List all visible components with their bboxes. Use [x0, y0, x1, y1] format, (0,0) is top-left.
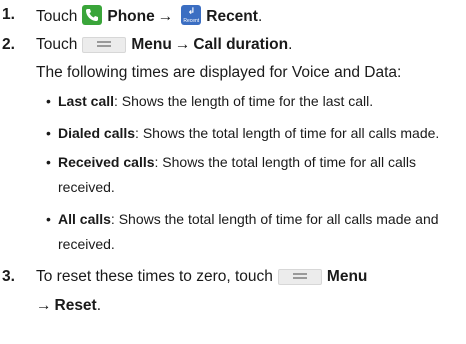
bullet-term: All calls: [58, 211, 111, 227]
bullet-desc: : Shows the total length of time for all…: [135, 125, 440, 141]
bullet-dialed-calls: • Dialed calls: Shows the total length o…: [46, 121, 461, 146]
bullet-desc: : Shows the total length of time for all…: [58, 211, 439, 252]
phone-label: Phone: [107, 8, 155, 25]
arrow-icon: →: [157, 8, 174, 25]
intro-text: The following times are displayed for Vo…: [36, 64, 402, 81]
bullet-term: Last call: [58, 93, 115, 109]
period: .: [288, 36, 293, 53]
phone-icon: [82, 5, 103, 25]
touch-word: Touch: [36, 36, 78, 53]
period: .: [96, 297, 102, 314]
menu-label: Menu: [131, 36, 172, 53]
bullet-last-call: • Last call: Shows the length of time fo…: [46, 89, 461, 114]
recent-label: Recent: [206, 8, 258, 25]
step-text: → Reset.: [36, 296, 101, 316]
recent-icon-caption: Recent: [183, 18, 200, 24]
menu-icon: [82, 37, 127, 53]
step-number: 2.: [2, 36, 15, 53]
bullet-term: Dialed calls: [58, 125, 136, 141]
step-text: Touch Phone → ↲ Recent Recent.: [36, 5, 262, 27]
bullet-dot: •: [46, 125, 51, 141]
bullet-dot: •: [46, 211, 51, 227]
bullet-received-calls: • Received calls: Shows the total length…: [46, 150, 461, 200]
reset-label: Reset: [54, 297, 97, 314]
arrow-icon: →: [174, 36, 191, 53]
bullet-dot: •: [46, 154, 51, 170]
menu-icon: [277, 269, 322, 285]
period: .: [257, 8, 263, 25]
arrow-icon: →: [36, 297, 52, 314]
touch-word: Touch: [36, 8, 78, 25]
bullet-desc: : Shows the length of time for the last …: [114, 93, 374, 109]
step-number: 3.: [2, 268, 15, 285]
recent-icon: ↲ Recent: [181, 5, 202, 25]
menu-label: Menu: [326, 268, 368, 285]
step-text: To reset these times to zero, touch Menu: [36, 267, 367, 287]
reset-instruction: To reset these times to zero, touch: [36, 268, 273, 285]
instructions-page: 1. Touch Phone → ↲ Recent Recent. 2. Touch Men…: [0, 0, 466, 344]
bullet-all-calls: • All calls: Shows the total length of t…: [46, 207, 461, 257]
step-number: 1.: [2, 6, 15, 23]
bullet-dot: •: [46, 93, 51, 109]
bullet-term: Received calls: [58, 154, 155, 170]
step-text: Touch Menu → Call duration.: [36, 35, 292, 55]
call-duration-label: Call duration: [193, 36, 289, 53]
